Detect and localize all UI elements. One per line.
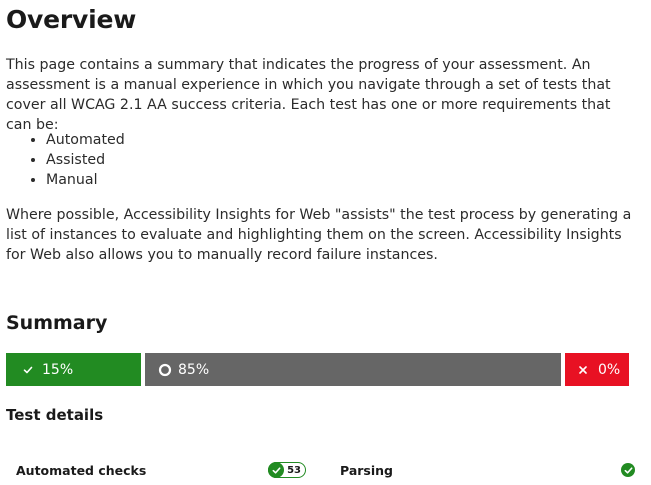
checkmark-circle-icon: [621, 463, 635, 477]
list-item: Automated: [46, 130, 125, 150]
checkmark-icon: [23, 365, 33, 375]
pass-count: 53: [287, 464, 301, 476]
summary-heading: Summary: [6, 312, 108, 334]
test-detail-parsing[interactable]: Parsing: [340, 458, 635, 482]
test-name[interactable]: Automated checks: [16, 463, 146, 478]
incomplete-segment: 85%: [145, 353, 561, 386]
test-detail-automated-checks[interactable]: Automated checks 53: [16, 458, 306, 482]
fail-percent: 0%: [598, 361, 621, 378]
pass-percent: 15%: [42, 361, 74, 378]
outro-paragraph: Where possible, Accessibility Insights f…: [6, 207, 632, 263]
pass-segment: 15%: [6, 353, 141, 386]
list-item: Assisted: [46, 150, 125, 170]
fail-segment: 0%: [565, 353, 629, 386]
pass-count-badge: 53: [268, 462, 306, 478]
cross-icon: [579, 365, 587, 374]
test-details-heading: Test details: [6, 406, 104, 424]
requirement-types-list: Automated Assisted Manual: [6, 130, 125, 190]
circle-outline-icon: [158, 363, 172, 377]
checkmark-icon: [268, 462, 285, 478]
page-title: Overview: [6, 5, 137, 34]
intro-paragraph: This page contains a summary that indica…: [6, 57, 611, 133]
test-name[interactable]: Parsing: [340, 463, 393, 478]
incomplete-percent: 85%: [178, 361, 210, 378]
list-item: Manual: [46, 170, 125, 190]
summary-progress-bar: 15% 85% 0%: [6, 353, 629, 386]
